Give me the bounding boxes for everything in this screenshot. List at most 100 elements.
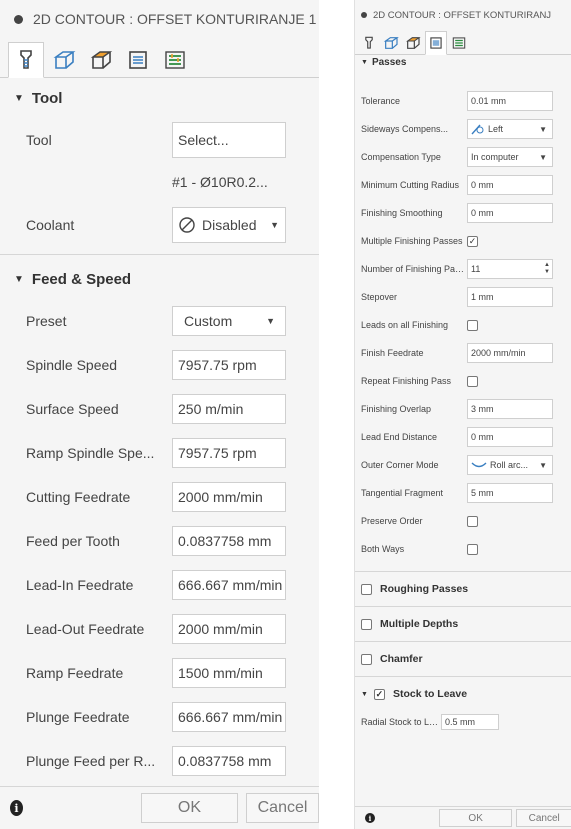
ok-button[interactable]: OK xyxy=(140,793,239,823)
tool-section-header[interactable]: ▼ Tool xyxy=(0,78,319,118)
chamfer-section[interactable]: Chamfer xyxy=(355,641,571,676)
feed-speed-input[interactable]: 7957.75 rpm xyxy=(172,350,286,380)
feed-speed-label: Ramp Spindle Spe... xyxy=(26,445,155,461)
tab-passes[interactable] xyxy=(121,43,155,77)
both-ways-checkbox[interactable] xyxy=(467,543,478,555)
tool-tab-icon xyxy=(365,36,373,49)
roughing-passes-section[interactable]: Roughing Passes xyxy=(355,571,571,606)
tab-tool[interactable] xyxy=(8,42,44,78)
tool-row: Tool Select... xyxy=(0,118,319,162)
tool-select-button[interactable]: Select... xyxy=(172,122,286,158)
tab-linking[interactable] xyxy=(449,32,469,54)
stock-to-leave-title: Stock to Leave xyxy=(392,688,468,700)
feed-speed-input[interactable]: 666.667 mm/min xyxy=(172,702,286,732)
collapse-triangle-icon: ▼ xyxy=(14,273,24,285)
cancel-button[interactable]: Cancel xyxy=(516,809,571,827)
preserve-order-checkbox[interactable] xyxy=(467,515,478,527)
stock-to-leave-section[interactable]: ▼ ✓ Stock to Leave xyxy=(355,676,571,711)
linking-tab-icon xyxy=(452,37,466,49)
finishing-smoothing-input[interactable]: 0 mm xyxy=(467,203,553,223)
tab-passes[interactable] xyxy=(425,31,447,55)
feed-speed-row: Ramp Feedrate 1500 mm/min xyxy=(0,651,319,695)
tab-geometry[interactable] xyxy=(47,43,81,77)
leads-all-finishing-label: Leads on all Finishing xyxy=(361,320,449,330)
cancel-button[interactable]: Cancel xyxy=(246,793,319,823)
info-icon[interactable]: i xyxy=(365,813,375,823)
sideways-comp-dropdown[interactable]: Left ▼ xyxy=(467,119,553,139)
num-finishing-stepper[interactable]: 11 ▲ ▼ xyxy=(467,259,553,279)
tab-linking[interactable] xyxy=(158,43,192,77)
info-icon[interactable]: i xyxy=(10,800,23,816)
multiple-depths-checkbox[interactable] xyxy=(361,618,372,630)
chamfer-title: Chamfer xyxy=(380,653,423,665)
roughing-passes-title: Roughing Passes xyxy=(380,583,469,595)
feed-speed-section-header[interactable]: ▼ Feed & Speed xyxy=(0,259,319,299)
min-cut-radius-label: Minimum Cutting Radius xyxy=(361,180,460,190)
finishing-overlap-input[interactable]: 3 mm xyxy=(467,399,553,419)
dropdown-caret-icon: ▼ xyxy=(266,316,275,326)
feed-speed-row: Ramp Spindle Spe... 7957.75 rpm xyxy=(0,431,319,475)
lead-end-distance-input[interactable]: 0 mm xyxy=(467,427,553,447)
finishing-smoothing-label: Finishing Smoothing xyxy=(361,208,443,218)
tab-heights[interactable] xyxy=(403,32,423,54)
stock-to-leave-checkbox[interactable]: ✓ xyxy=(373,688,385,700)
dialog-footer: i OK Cancel xyxy=(0,786,319,829)
sideways-comp-row: Sideways Compens... Left ▼ xyxy=(355,115,571,143)
feed-speed-input[interactable]: 1500 mm/min xyxy=(172,658,286,688)
dialog-title-bar[interactable]: 2D CONTOUR : OFFSET KONTURIRANJE 1 xyxy=(0,0,319,38)
outer-corner-mode-value: Roll arc... xyxy=(490,460,529,470)
tool-tab-icon xyxy=(20,50,32,69)
feed-speed-label: Plunge Feedrate xyxy=(26,709,130,725)
tangential-fragment-row: Tangential Fragment 5 mm xyxy=(355,479,571,507)
chamfer-checkbox[interactable] xyxy=(361,653,372,665)
comp-type-dropdown[interactable]: In computer ▼ xyxy=(467,147,553,167)
preset-value: Custom xyxy=(184,313,233,329)
roughing-passes-checkbox[interactable] xyxy=(361,583,372,595)
passes-tab-icon xyxy=(129,51,147,69)
tool-label: Tool xyxy=(26,132,52,148)
tab-geometry[interactable] xyxy=(381,32,401,54)
finish-feedrate-input[interactable]: 2000 mm/min xyxy=(467,343,553,363)
tab-tool[interactable] xyxy=(359,32,379,54)
feed-speed-label: Lead-Out Feedrate xyxy=(26,621,145,637)
radial-stock-input[interactable]: 0.5 mm xyxy=(441,714,499,730)
comp-type-row: Compensation Type In computer ▼ xyxy=(355,143,571,171)
feed-speed-input[interactable]: 0.0837758 mm xyxy=(172,746,286,776)
both-ways-label: Both Ways xyxy=(361,544,405,554)
tab-heights[interactable] xyxy=(84,43,118,77)
feed-speed-input[interactable]: 7957.75 rpm xyxy=(172,438,286,468)
tolerance-label: Tolerance xyxy=(361,96,401,106)
left-compensation-icon xyxy=(471,124,484,135)
collapse-dot-icon[interactable] xyxy=(14,14,23,24)
passes-section-header[interactable]: ▼ Passes xyxy=(355,55,571,69)
ok-button[interactable]: OK xyxy=(438,809,513,827)
feed-speed-input[interactable]: 2000 mm/min xyxy=(172,482,286,512)
tolerance-input[interactable]: 0.01 mm xyxy=(467,91,553,111)
preset-dropdown[interactable]: Custom ▼ xyxy=(172,306,286,336)
feed-speed-input[interactable]: 2000 mm/min xyxy=(172,614,286,644)
section-divider xyxy=(0,254,319,255)
leads-all-finishing-checkbox[interactable] xyxy=(467,319,478,331)
feed-speed-input[interactable]: 250 m/min xyxy=(172,394,286,424)
outer-corner-mode-dropdown[interactable]: Roll arc... ▼ xyxy=(467,455,553,475)
collapse-dot-icon[interactable] xyxy=(361,12,367,18)
min-cut-radius-input[interactable]: 0 mm xyxy=(467,175,553,195)
stepover-row: Stepover 1 mm xyxy=(355,283,571,311)
feed-speed-input[interactable]: 0.0837758 mm xyxy=(172,526,286,556)
min-cut-radius-row: Minimum Cutting Radius 0 mm xyxy=(355,171,571,199)
repeat-finishing-checkbox[interactable] xyxy=(467,375,478,387)
dialog-title-bar[interactable]: 2D CONTOUR : OFFSET KONTURIRANJ xyxy=(355,0,571,30)
coolant-dropdown[interactable]: Disabled ▼ xyxy=(172,207,286,243)
heights-tab-icon xyxy=(406,37,421,49)
stepover-input[interactable]: 1 mm xyxy=(467,287,553,307)
radial-stock-row: Radial Stock to Leave 0.5 mm xyxy=(355,711,571,733)
tangential-fragment-input[interactable]: 5 mm xyxy=(467,483,553,503)
multiple-depths-section[interactable]: Multiple Depths xyxy=(355,606,571,641)
multiple-finishing-checkbox[interactable]: ✓ xyxy=(467,235,478,247)
feed-speed-input[interactable]: 666.667 mm/min xyxy=(172,570,286,600)
comp-type-label: Compensation Type xyxy=(361,152,441,162)
tab-strip xyxy=(355,30,571,55)
spinner-arrows-icon[interactable]: ▲ ▼ xyxy=(542,260,552,278)
passes-tab-icon xyxy=(430,37,442,49)
